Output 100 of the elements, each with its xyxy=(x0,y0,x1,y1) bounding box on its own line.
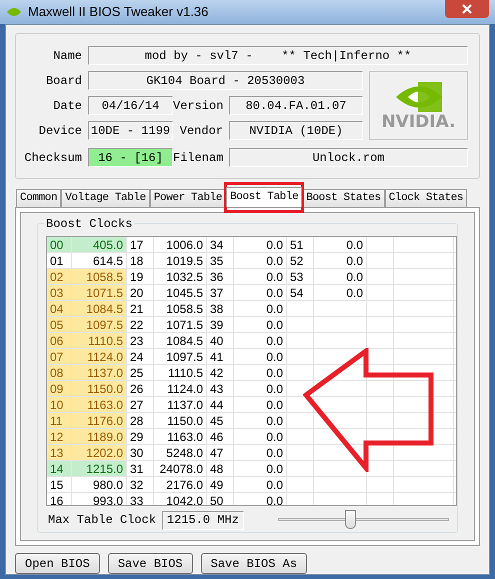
version-field: 80.04.FA.01.07 xyxy=(229,96,363,115)
device-field: 10DE - 1199 xyxy=(88,121,173,140)
table-cell: 24078.0 xyxy=(154,461,207,476)
close-button[interactable] xyxy=(445,0,489,18)
table-cell: 1058.5 xyxy=(154,301,207,316)
table-cell: 07 xyxy=(47,349,72,364)
table-cell: 09 xyxy=(47,381,72,396)
table-cell: 0.0 xyxy=(234,333,287,348)
table-cell: 13 xyxy=(47,445,72,460)
table-cell: 33 xyxy=(127,493,154,505)
table-cell: 980.0 xyxy=(72,477,127,492)
table-cell: 53 xyxy=(287,269,314,284)
table-cell: 2176.0 xyxy=(154,477,207,492)
table-cell: 1189.0 xyxy=(72,429,127,444)
field-label: Version xyxy=(173,98,224,114)
table-cell: 1124.0 xyxy=(154,381,207,396)
table-cell: 05 xyxy=(47,317,72,332)
close-icon xyxy=(462,4,472,14)
table-cell: 1006.0 xyxy=(154,237,207,252)
bios-button[interactable]: Save BIOS As xyxy=(200,553,308,574)
filename-field: Unlock.rom xyxy=(229,148,468,167)
table-cell: 0.0 xyxy=(314,269,367,284)
tab[interactable]: Power Table xyxy=(150,189,226,207)
table-cell: 614.5 xyxy=(72,253,127,268)
table-cell: 0.0 xyxy=(234,397,287,412)
table-cell: 0.0 xyxy=(234,413,287,428)
table-cell: 40 xyxy=(207,333,234,348)
table-cell: 25 xyxy=(127,365,154,380)
table-cell: 39 xyxy=(207,317,234,332)
table-cell: 1084.5 xyxy=(154,333,207,348)
table-cell: 1137.0 xyxy=(72,365,127,380)
table-cell: 42 xyxy=(207,365,234,380)
table-cell: 0.0 xyxy=(234,461,287,476)
table-cell: 00 xyxy=(47,237,72,252)
table-cell: 03 xyxy=(47,285,72,300)
date-field: 04/16/14 xyxy=(88,96,173,115)
table-cell: 0.0 xyxy=(234,365,287,380)
table-cell: 0.0 xyxy=(314,237,367,252)
table-cell: 12 xyxy=(47,429,72,444)
table-cell: 27 xyxy=(127,397,154,412)
table-cell: 0.0 xyxy=(234,445,287,460)
field-label: Checksum xyxy=(23,150,83,166)
table-cell: 0.0 xyxy=(234,381,287,396)
table-cell: 43 xyxy=(207,381,234,396)
tab[interactable]: Clock States xyxy=(384,189,468,207)
table-cell: 46 xyxy=(207,429,234,444)
table-cell: 1137.0 xyxy=(154,397,207,412)
vendor-field: NVIDIA (10DE) xyxy=(229,121,363,140)
slider-thumb[interactable] xyxy=(344,510,356,529)
bios-button[interactable]: Save BIOS xyxy=(108,553,193,574)
table-cell: 405.0 xyxy=(72,237,127,252)
table-cell: 51 xyxy=(287,237,314,252)
table-cell: 1150.0 xyxy=(72,381,127,396)
bios-button[interactable]: Open BIOS xyxy=(15,553,100,574)
tab[interactable]: Boost Table xyxy=(226,187,302,207)
table-cell: 54 xyxy=(287,285,314,300)
table-cell: 38 xyxy=(207,301,234,316)
table-cell: 1032.5 xyxy=(154,269,207,284)
table-cell: 06 xyxy=(47,333,72,348)
table-cell: 31 xyxy=(127,461,154,476)
table-cell: 1202.0 xyxy=(72,445,127,460)
table-cell: 0.0 xyxy=(234,493,287,505)
table-cell: 0.0 xyxy=(234,429,287,444)
field-label: Vendor xyxy=(178,122,224,140)
table-cell: 24 xyxy=(127,349,154,364)
table-cell: 28 xyxy=(127,413,154,428)
table-cell: 1019.5 xyxy=(154,253,207,268)
board-field: GK104 Board - 20530003 xyxy=(88,71,363,90)
table-cell: 23 xyxy=(127,333,154,348)
table-cell: 34 xyxy=(207,237,234,252)
table-cell: 21 xyxy=(127,301,154,316)
clock-slider[interactable] xyxy=(278,510,449,530)
table-cell: 1045.5 xyxy=(154,285,207,300)
checksum-field: 16 - [16] xyxy=(88,148,173,167)
table-cell: 0.0 xyxy=(234,269,287,284)
table-cell: 44 xyxy=(207,397,234,412)
table-cell: 18 xyxy=(127,253,154,268)
table-cell: 1163.0 xyxy=(154,429,207,444)
eye-logo-icon xyxy=(6,6,22,18)
table-cell: 1058.5 xyxy=(72,269,127,284)
table-cell: 0.0 xyxy=(234,317,287,332)
max-clock-field: 1215.0 MHz xyxy=(162,510,244,530)
table-cell: 37 xyxy=(207,285,234,300)
table-cell: 30 xyxy=(127,445,154,460)
field-label: Device xyxy=(38,122,83,140)
table-cell: 0.0 xyxy=(234,477,287,492)
tab[interactable]: Voltage Table xyxy=(61,189,150,207)
max-clock-label: Max Table Clock xyxy=(48,512,156,529)
table-cell: 22 xyxy=(127,317,154,332)
eye-logo-icon xyxy=(394,80,444,114)
table-cell: 1163.0 xyxy=(72,397,127,412)
table-cell: 35 xyxy=(207,253,234,268)
table-cell: 50 xyxy=(207,493,234,505)
tab[interactable]: Common xyxy=(16,189,62,207)
field-label: Name xyxy=(52,48,83,64)
tab[interactable]: Boost States xyxy=(302,189,385,207)
table-cell: 0.0 xyxy=(314,253,367,268)
table-cell: 1124.0 xyxy=(72,349,127,364)
table-cell: 20 xyxy=(127,285,154,300)
table-cell: 1150.0 xyxy=(154,413,207,428)
